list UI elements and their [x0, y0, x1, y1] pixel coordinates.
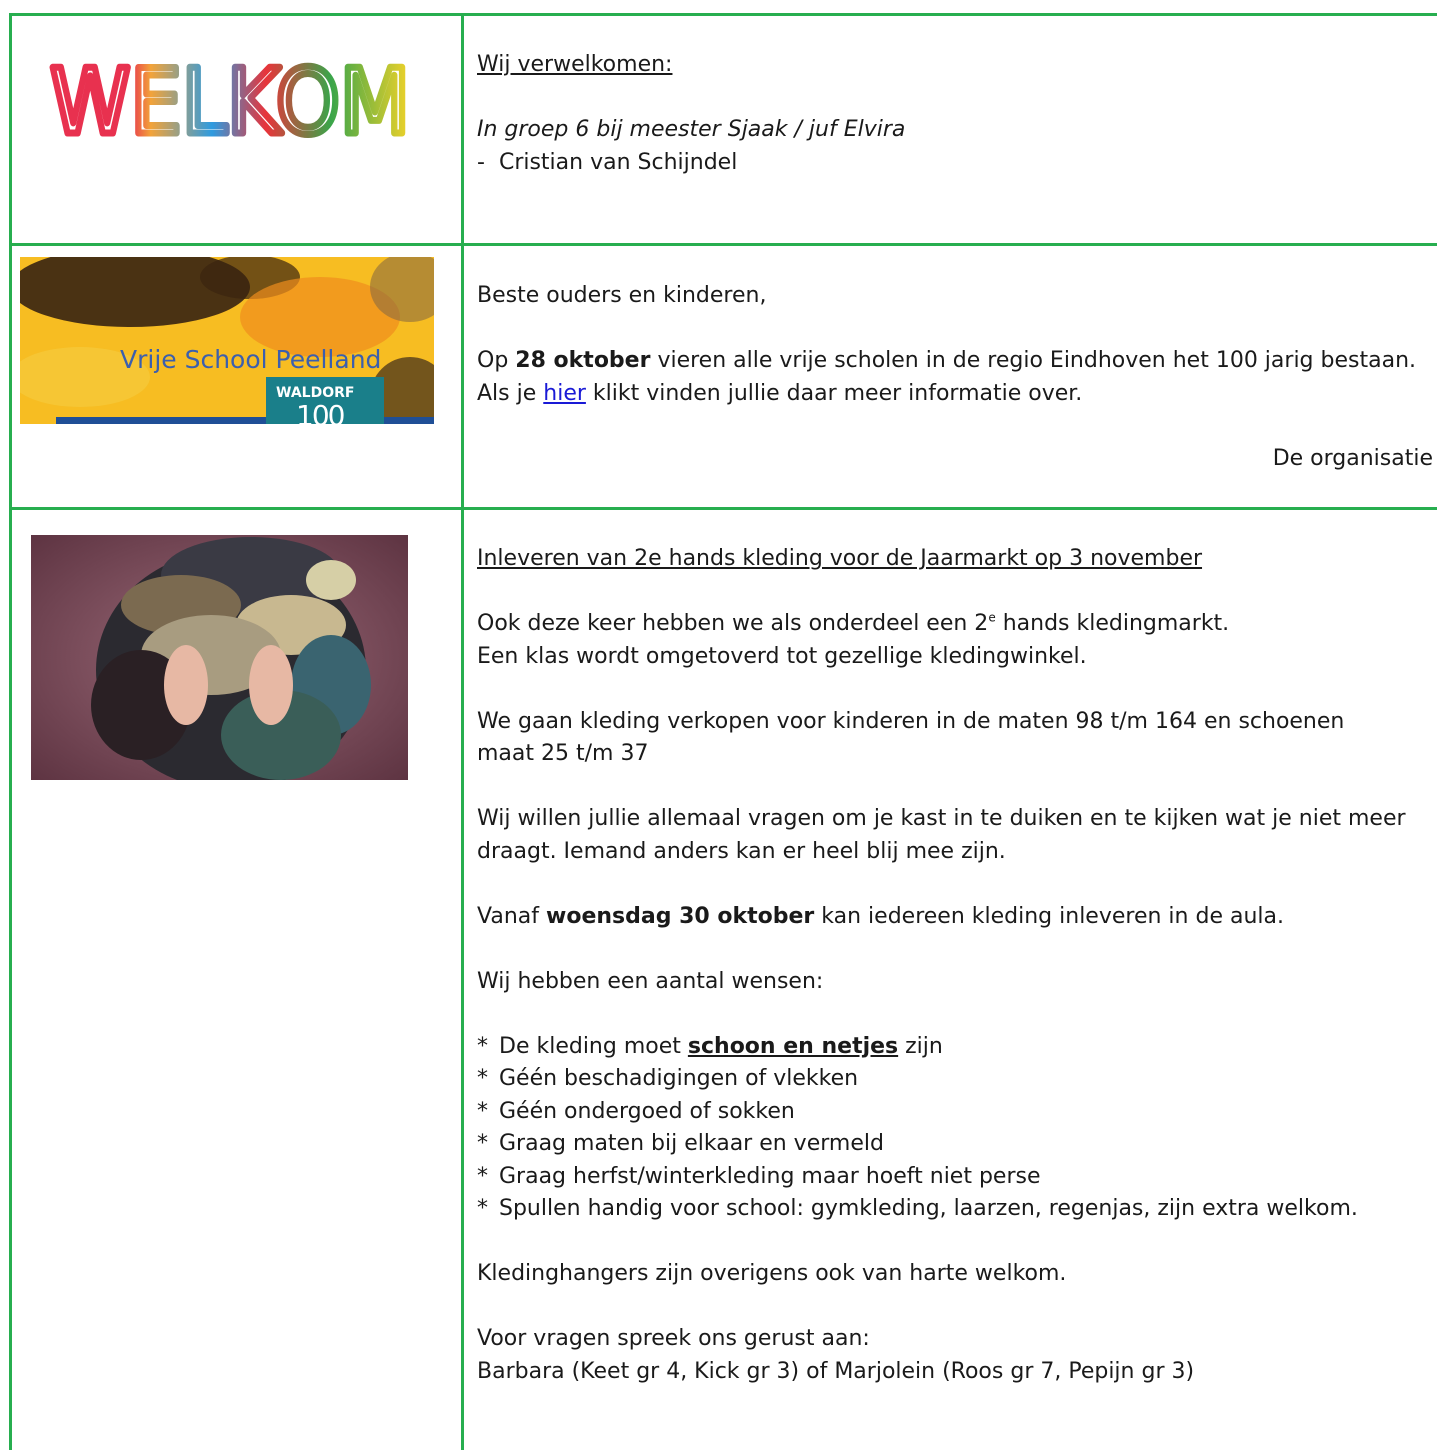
wish-text: De kleding moet schoon en netjes zijn — [499, 1031, 943, 1064]
anniversary-line-2-pre: Als je — [477, 380, 544, 406]
column-divider — [461, 13, 464, 1450]
bullet-marker: * — [477, 1131, 488, 1156]
anniversary-section: Beste ouders en kinderen, Op 28 oktober … — [477, 280, 1435, 475]
hangers-note: Kledinghangers zijn overigens ook van ha… — [477, 1261, 1067, 1286]
dropoff-date: woensdag 30 oktober — [546, 903, 815, 929]
clothing-heading: Inleveren van 2e hands kleding voor de J… — [477, 546, 1203, 571]
wishes-intro: Wij hebben een aantal wensen: — [477, 968, 824, 994]
anniversary-date: 28 oktober — [515, 348, 651, 373]
table-border-left — [9, 13, 12, 1450]
bullet-marker: * — [477, 1098, 488, 1124]
anniversary-signature: De organisatie — [1272, 445, 1433, 471]
vrije-school-peelland-image: Vrije School Peelland WALDORF 100 — [20, 257, 434, 424]
ordinal-superscript: e — [988, 610, 996, 625]
welcome-heading: Wij verwelkomen: — [477, 52, 673, 77]
dash-marker: - — [477, 149, 485, 175]
anniversary-line-1-post: vieren alle vrije scholen in de regio Ei… — [650, 348, 1417, 373]
row-divider-1 — [9, 243, 1437, 246]
anniversary-line-1-pre: Op — [477, 348, 516, 373]
clothing-p1-line1: Ook deze keer hebben we als onderdeel ee… — [477, 608, 1435, 641]
wish-1-emphasis: schoon en netjes — [687, 1033, 899, 1059]
bullet-marker: * — [477, 1196, 488, 1221]
wish-1-post: zijn — [898, 1033, 943, 1059]
wish-text: Graag maten bij elkaar en vermeld — [499, 1131, 884, 1156]
wish-text: Spullen handig voor school: gymkleding, … — [499, 1196, 1358, 1221]
wish-item: * Spullen handig voor school: gymkleding,… — [477, 1193, 1435, 1226]
info-link[interactable]: hier — [543, 381, 586, 406]
anniversary-line-2: Als je hier klikt vinden jullie daar mee… — [477, 378, 1435, 411]
contact-names: Barbara (Keet gr 4, Kick gr 3) of Marjol… — [477, 1358, 1195, 1384]
anniversary-line-2-post: klikt vinden jullie daar meer informatie… — [585, 380, 1083, 406]
bullet-marker: * — [477, 1163, 488, 1189]
contact-intro: Voor vragen spreek ons gerust aan: — [477, 1326, 870, 1351]
clothing-p1-post: hands kledingmarkt. — [995, 611, 1230, 636]
welcome-group-line: In groep 6 bij meester Sjaak / juf Elvir… — [477, 117, 906, 142]
school-name-text: Vrije School Peelland — [120, 345, 382, 374]
wish-item: * De kleding moet schoon en netjes zijn — [477, 1031, 1435, 1064]
wish-item: * Géén beschadigingen of vlekken — [477, 1063, 1435, 1096]
clothing-p4: Vanaf woensdag 30 oktober kan iedereen k… — [477, 901, 1435, 934]
mosaic-background — [20, 257, 434, 424]
clothing-p3-line2: draagt. Iemand anders kan er heel blij m… — [477, 838, 1006, 864]
anniversary-line-1: Op 28 oktober vieren alle vrije scholen … — [477, 345, 1435, 378]
wish-text: Géén beschadigingen of vlekken — [499, 1066, 859, 1091]
clothing-p4-pre: Vanaf — [477, 903, 546, 929]
wish-item: * Graag maten bij elkaar en vermeld — [477, 1128, 1435, 1161]
welcome-section: Wij verwelkomen: In groep 6 bij meester … — [477, 49, 905, 179]
bullet-marker: * — [477, 1033, 488, 1059]
clothing-p3-line1: Wij willen jullie allemaal vragen om je … — [477, 806, 1406, 831]
bullet-marker: * — [477, 1066, 488, 1091]
welcome-student-name: Cristian van Schijndel — [498, 149, 738, 175]
clothing-p2-line2: maat 25 t/m 37 — [477, 741, 649, 766]
clothing-p4-post: kan iedereen kleding inleveren in de aul… — [814, 903, 1284, 929]
clothing-p2-line1: We gaan kleding verkopen voor kinderen i… — [477, 708, 1345, 734]
welkom-logo-text: WELKOM — [50, 55, 410, 145]
table-border-top — [9, 13, 1437, 16]
anniversary-greeting: Beste ouders en kinderen, — [477, 283, 767, 308]
wish-text: Graag herfst/winterkleding maar hoeft ni… — [499, 1163, 1041, 1189]
wish-item: * Graag herfst/winterkleding maar hoeft n… — [477, 1161, 1435, 1194]
wish-1-pre: De kleding moet — [499, 1033, 688, 1059]
clothing-pile-photo — [31, 535, 408, 780]
wish-item: * Géén ondergoed of sokken — [477, 1096, 1435, 1129]
clothing-section: Inleveren van 2e hands kleding voor de J… — [477, 543, 1435, 1388]
clothing-p1-line2: Een klas wordt omgetoverd tot gezellige … — [477, 643, 1087, 669]
clothing-p1-pre: Ook deze keer hebben we als onderdeel ee… — [477, 611, 989, 636]
clothing-pile-illustration — [31, 535, 408, 780]
waldorf-badge-number: 100 — [296, 399, 345, 424]
welkom-logo: WELKOM — [47, 55, 414, 145]
row-divider-2 — [9, 507, 1437, 510]
wish-text: Géén ondergoed of sokken — [499, 1098, 795, 1124]
welcome-name-line: - Cristian van Schijndel — [477, 147, 905, 180]
